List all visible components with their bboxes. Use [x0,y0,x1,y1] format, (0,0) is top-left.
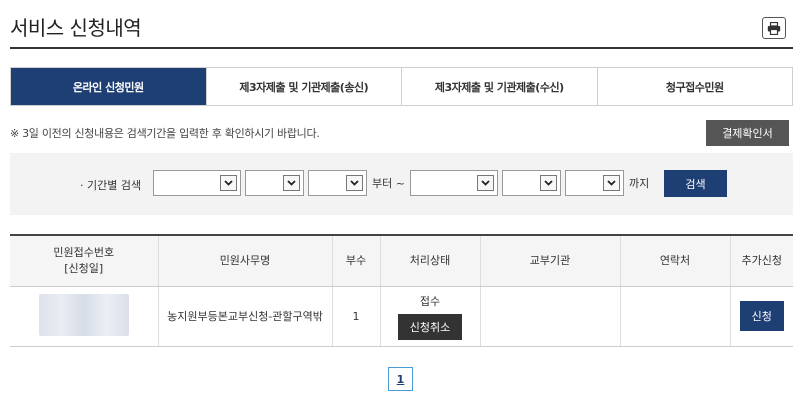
to-month-select[interactable] [502,170,561,196]
chevron-down-icon [477,175,494,191]
additional-apply-cell: 신청 [729,286,793,347]
service-name-cell: 농지원부등본교부신청-관할구역밖 [157,286,332,347]
application-date-header: [신청일] [64,261,104,275]
search-button[interactable]: 검색 [664,170,727,197]
redacted-receipt-number [38,293,129,336]
from-year-select[interactable] [153,170,241,196]
col-header-issuing-agency: 교부기관 [479,234,620,287]
title-divider [10,47,793,49]
page-title: 서비스 신청내역 [10,16,142,40]
table-row: 농지원부등본교부신청-관할구역밖 1 접수 신청취소 신청 [10,286,793,347]
apply-button[interactable]: 신청 [739,301,784,331]
col-header-copies: 부수 [331,234,380,287]
status-cell: 접수 신청취소 [379,286,480,347]
tab-bar: 온라인 신청민원 제3자제출 및 기관제출(송신) 제3자제출 및 기관제출(수… [10,67,793,106]
period-search-label: · 기간별 검색 [80,179,142,192]
cancel-application-button[interactable]: 신청취소 [397,313,463,340]
from-month-select[interactable] [245,170,304,196]
from-suffix-label: 부터 ~ [372,177,405,190]
receipt-number-header: 민원접수번호 [53,245,115,259]
col-header-service-name: 민원사무명 [157,234,332,287]
print-button[interactable] [762,17,786,39]
chevron-down-icon [283,175,300,191]
to-suffix-label: 까지 [629,177,650,190]
col-header-additional-apply: 추가신청 [729,234,793,287]
to-year-select[interactable] [410,170,498,196]
applications-table: 민원접수번호 [신청일] 민원사무명 부수 처리상태 교부기관 연락처 추가신청… [10,234,793,347]
printer-icon [767,21,781,35]
tab-third-party-sent[interactable]: 제3자제출 및 기관제출(송신) [205,68,401,105]
chevron-down-icon [346,175,363,191]
issuing-agency-cell [479,286,620,347]
chevron-down-icon [220,175,237,191]
tab-third-party-received[interactable]: 제3자제출 및 기관제출(수신) [401,68,597,105]
chevron-down-icon [540,175,557,191]
payment-confirmation-button[interactable]: 결제확인서 [706,120,789,146]
col-header-contact: 연락처 [619,234,730,287]
col-header-status: 처리상태 [379,234,480,287]
from-day-select[interactable] [308,170,367,196]
table-header-row: 민원접수번호 [신청일] 민원사무명 부수 처리상태 교부기관 연락처 추가신청 [10,234,793,287]
copies-cell: 1 [331,286,380,347]
status-text: 접수 [419,294,441,308]
search-panel: · 기간별 검색 부터 ~ 까지 검색 [10,153,793,215]
col-header-receipt-number: 민원접수번호 [신청일] [10,234,158,287]
tab-online-applications[interactable]: 온라인 신청민원 [11,68,206,105]
search-notice: ※ 3일 이전의 신청내용은 검색기간을 입력한 후 확인하시기 바랍니다. [10,127,320,140]
to-day-select[interactable] [565,170,624,196]
contact-cell [619,286,730,347]
tab-claim-applications[interactable]: 청구접수민원 [596,68,792,105]
page-number-current[interactable]: 1 [388,367,413,391]
receipt-number-cell [10,286,158,347]
chevron-down-icon [603,175,620,191]
